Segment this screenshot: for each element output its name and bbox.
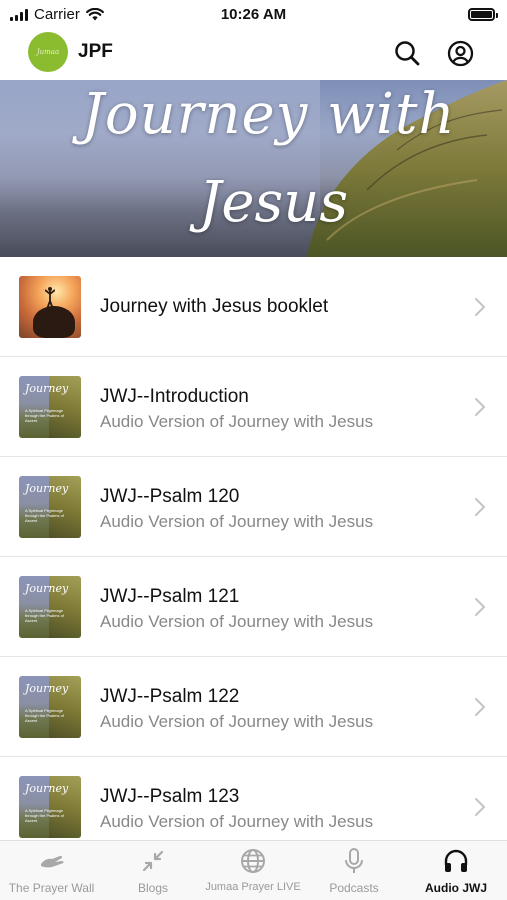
tab-prayer-wall[interactable]: The Prayer Wall	[0, 841, 103, 900]
tab-label: The Prayer Wall	[8, 881, 95, 895]
tab-label: Podcasts	[329, 881, 379, 895]
tab-blogs[interactable]: Blogs	[103, 841, 203, 900]
tab-audio-jwj[interactable]: Audio JWJ	[405, 841, 507, 900]
compress-arrows-icon	[142, 850, 164, 872]
tab-label: Jumaa Prayer LIVE	[205, 881, 301, 893]
list-item[interactable]: Journey with Jesus booklet	[0, 257, 507, 357]
app-logo[interactable]: Jumaa	[28, 32, 68, 72]
logo-text: Jumaa	[36, 48, 60, 56]
item-title: JWJ--Psalm 121	[100, 586, 240, 607]
item-thumbnail: Journey A Spiritual Pilgrimage through t…	[19, 476, 81, 538]
item-subtitle: Audio Version of Journey with Jesus	[100, 812, 374, 831]
item-subtitle: Audio Version of Journey with Jesus	[100, 712, 374, 731]
item-thumbnail: Journey A Spiritual Pilgrimage through t…	[19, 376, 81, 438]
chevron-right-icon	[475, 398, 485, 416]
chevron-right-icon	[475, 698, 485, 716]
list-item[interactable]: Journey A Spiritual Pilgrimage through t…	[0, 557, 507, 657]
item-title: Journey with Jesus booklet	[100, 296, 329, 317]
item-title: JWJ--Psalm 122	[100, 686, 240, 707]
item-thumbnail: Journey A Spiritual Pilgrimage through t…	[19, 576, 81, 638]
item-subtitle: Audio Version of Journey with Jesus	[100, 412, 374, 431]
list-item[interactable]: Journey A Spiritual Pilgrimage through t…	[0, 457, 507, 557]
hero-banner: Journey with Jesus	[0, 80, 507, 257]
item-thumbnail	[19, 276, 81, 338]
search-icon	[395, 41, 420, 66]
status-bar: Carrier 10:26 AM	[0, 0, 507, 28]
tab-label: Audio JWJ	[425, 881, 487, 895]
search-button[interactable]	[392, 38, 422, 68]
chevron-right-icon	[475, 598, 485, 616]
app-title: JPF	[78, 41, 113, 62]
tab-bar: The Prayer Wall Blogs Jumaa Prayer LIVE	[0, 840, 507, 900]
status-time: 10:26 AM	[220, 6, 287, 23]
chevron-right-icon	[475, 798, 485, 816]
tab-podcasts[interactable]: Podcasts	[303, 841, 405, 900]
globe-icon	[241, 849, 265, 873]
chevron-right-icon	[475, 498, 485, 516]
banner-title-line2: Jesus	[198, 170, 349, 235]
list-item[interactable]: Journey A Spiritual Pilgrimage through t…	[0, 657, 507, 757]
item-title: JWJ--Introduction	[100, 386, 249, 407]
item-subtitle: Audio Version of Journey with Jesus	[100, 612, 374, 631]
banner-title-line1: Journey with	[81, 82, 456, 147]
app-header: Jumaa JPF	[0, 28, 507, 80]
user-icon	[447, 40, 473, 66]
item-title: JWJ--Psalm 120	[100, 486, 240, 507]
battery-icon	[468, 8, 498, 21]
praying-hands-icon	[40, 855, 63, 868]
item-thumbnail: Journey A Spiritual Pilgrimage through t…	[19, 776, 81, 838]
list-item[interactable]: Journey A Spiritual Pilgrimage through t…	[0, 757, 507, 840]
tab-label: Blogs	[137, 881, 169, 895]
list-item[interactable]: Journey A Spiritual Pilgrimage through t…	[0, 357, 507, 457]
profile-button[interactable]	[445, 38, 475, 68]
episode-list: Journey with Jesus booklet Journey A Spi…	[0, 257, 507, 840]
chevron-right-icon	[475, 298, 485, 316]
microphone-icon	[345, 848, 363, 873]
headphones-icon	[444, 849, 468, 872]
item-title: JWJ--Psalm 123	[100, 786, 240, 807]
item-subtitle: Audio Version of Journey with Jesus	[100, 512, 374, 531]
tab-jumaa-prayer-live[interactable]: Jumaa Prayer LIVE	[203, 841, 303, 900]
item-thumbnail: Journey A Spiritual Pilgrimage through t…	[19, 676, 81, 738]
